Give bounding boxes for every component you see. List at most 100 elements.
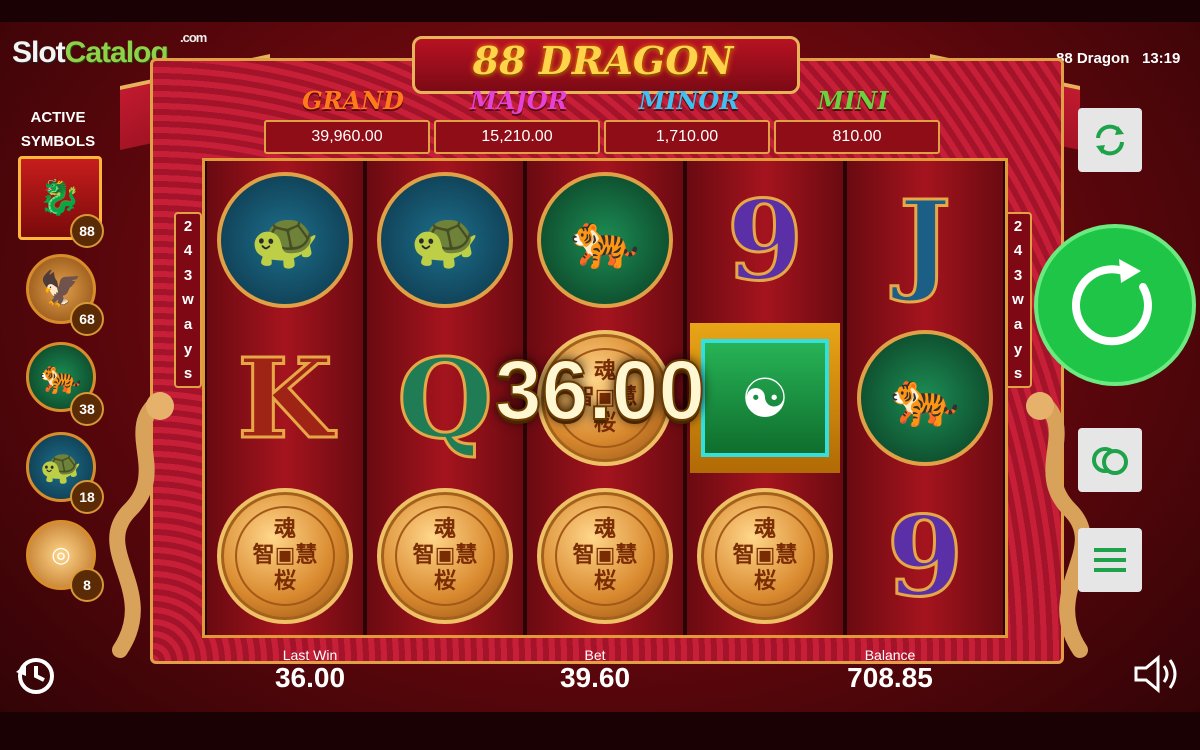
- jackpot-major-label: MAJOR: [470, 86, 568, 115]
- dragon-left-icon: [109, 392, 174, 658]
- jackpot-mini-value: 810.00: [774, 120, 940, 154]
- tiger-icon: 🐅: [570, 208, 640, 271]
- tiger-icon: 🐅: [890, 366, 960, 429]
- speaker-icon: [1134, 654, 1160, 694]
- reel-cell: 魂智▣慧桜: [207, 477, 363, 635]
- balance-label: Balance: [864, 647, 916, 663]
- reel-cell: 9: [847, 477, 1003, 635]
- reel-5: J 🐅 9: [847, 161, 1003, 635]
- ways-letter: s: [1013, 365, 1023, 383]
- coin-glyph-right: 慧: [615, 543, 638, 568]
- coin-glyph-bottom: 桜: [433, 569, 456, 594]
- ways-digit: 4: [1013, 242, 1023, 260]
- ways-letter: w: [182, 291, 194, 309]
- coin-glyph-top: 魂: [753, 517, 776, 542]
- turtle-symbol: 🐢: [377, 172, 513, 308]
- coin-glyph-left: 智: [252, 543, 275, 568]
- watermark-suffix: .com: [180, 30, 207, 45]
- jackpot-major-value: 15,210.00: [434, 120, 600, 154]
- autoplay-button[interactable]: [1078, 108, 1142, 172]
- reel-cell: K: [207, 319, 363, 477]
- ways-label-right: 2 4 3 w a y s: [1004, 212, 1032, 388]
- ways-letter: s: [183, 365, 193, 383]
- ways-letter: y: [1013, 340, 1023, 358]
- top-status-band: [0, 0, 1200, 22]
- bottom-band: [0, 712, 1200, 750]
- active-symbols-title-line2: SYMBOLS: [20, 133, 96, 150]
- autoplay-icon: [1096, 124, 1124, 156]
- active-symbol-badge: 68: [70, 302, 104, 336]
- watermark-part1: Slot: [12, 36, 66, 69]
- jackpot-grand-value: 39,960.00: [264, 120, 430, 154]
- reel-cell: 🐢: [367, 161, 523, 319]
- reel-cell: 🐅: [847, 319, 1003, 477]
- ways-digit: 3: [183, 266, 193, 284]
- coin-glyph-bottom: 桜: [273, 569, 296, 594]
- coin-glyph-left: 智: [572, 543, 595, 568]
- coin-stack-button[interactable]: [1078, 428, 1142, 492]
- ways-label-left: 2 4 3 w a y s: [174, 212, 202, 388]
- jackpot-minor-label: MINOR: [638, 86, 740, 115]
- active-symbol-badge: 38: [70, 392, 104, 426]
- number-9-symbol: 9: [885, 490, 965, 622]
- jackpot-grand-label: GRAND: [302, 86, 404, 115]
- coin-glyphs: 魂智▣慧桜: [235, 506, 335, 606]
- coin-glyph-bottom: 桜: [753, 569, 776, 594]
- bet-value[interactable]: 39.60: [515, 662, 675, 694]
- ways-letter: a: [183, 316, 193, 334]
- dragon-icon: 🐉: [38, 179, 82, 217]
- ways-digit: 4: [183, 242, 193, 260]
- coin-glyph-right: 慧: [775, 543, 798, 568]
- history-button[interactable]: [14, 654, 58, 698]
- tiger-icon: 🐅: [39, 358, 83, 396]
- reel-1: 🐢 K 魂智▣慧桜: [207, 161, 363, 635]
- jackpot-mini-label: MINI: [817, 86, 889, 115]
- jackpot-minor-value: 1,710.00: [604, 120, 770, 154]
- ways-digit: 2: [1013, 217, 1023, 235]
- tiger-symbol: 🐅: [857, 330, 993, 466]
- coin-glyph-top: 魂: [273, 517, 296, 542]
- coin-icon: ◎: [51, 542, 71, 567]
- coin-glyph-top: 魂: [593, 517, 616, 542]
- spin-icon: [1071, 259, 1152, 346]
- status-game-title: 88 Dragon: [1056, 50, 1130, 67]
- turtle-icon: 🐢: [410, 208, 480, 271]
- ways-digit: 3: [1013, 266, 1023, 284]
- reel-cell: 9: [687, 161, 843, 319]
- sound-button[interactable]: [1132, 654, 1182, 694]
- reel-cell: J: [847, 161, 1003, 319]
- coin-glyphs: 魂智▣慧桜: [715, 506, 815, 606]
- coin-glyph-right: 慧: [295, 543, 318, 568]
- coin-glyphs: 魂智▣慧桜: [395, 506, 495, 606]
- coin-symbol: 魂智▣慧桜: [537, 488, 673, 624]
- last-win-label: Last Win: [282, 647, 338, 663]
- turtle-symbol: 🐢: [217, 172, 353, 308]
- tiger-symbol: 🐅: [537, 172, 673, 308]
- phoenix-icon: 🦅: [39, 270, 83, 308]
- reel-cell: 🐅: [527, 161, 683, 319]
- ways-letter: y: [183, 340, 193, 358]
- active-symbol-badge: 88: [70, 214, 104, 248]
- active-symbol-badge: 8: [70, 568, 104, 602]
- turtle-icon: 🐢: [250, 208, 320, 271]
- coin-symbol: 魂智▣慧桜: [217, 488, 353, 624]
- reel-cell: 🐢: [207, 161, 363, 319]
- reel-cell: 魂智▣慧桜: [367, 477, 523, 635]
- slotcatalog-watermark: SlotCatalog .com: [12, 30, 207, 70]
- last-win-value: 36.00: [274, 662, 346, 693]
- spin-button[interactable]: [1034, 224, 1196, 386]
- coin-symbol: 魂智▣慧桜: [377, 488, 513, 624]
- status-time: 13:19: [1142, 50, 1181, 67]
- coin-symbol: 魂智▣慧桜: [697, 488, 833, 624]
- active-symbols-title: ACTIVE SYMBOLS: [18, 106, 98, 154]
- coin-glyphs: 魂智▣慧桜: [555, 506, 655, 606]
- letter-j-symbol: J: [897, 174, 952, 306]
- menu-button[interactable]: [1078, 528, 1142, 592]
- win-amount-overlay: 36.00: [494, 342, 706, 438]
- reel-cell: 魂智▣慧桜: [527, 477, 683, 635]
- coin-glyph-left: 智: [412, 543, 435, 568]
- coins-icon: [1092, 447, 1128, 475]
- coin-glyph-left: 智: [732, 543, 755, 568]
- ways-letter: w: [1012, 291, 1024, 309]
- turtle-icon: 🐢: [39, 448, 83, 486]
